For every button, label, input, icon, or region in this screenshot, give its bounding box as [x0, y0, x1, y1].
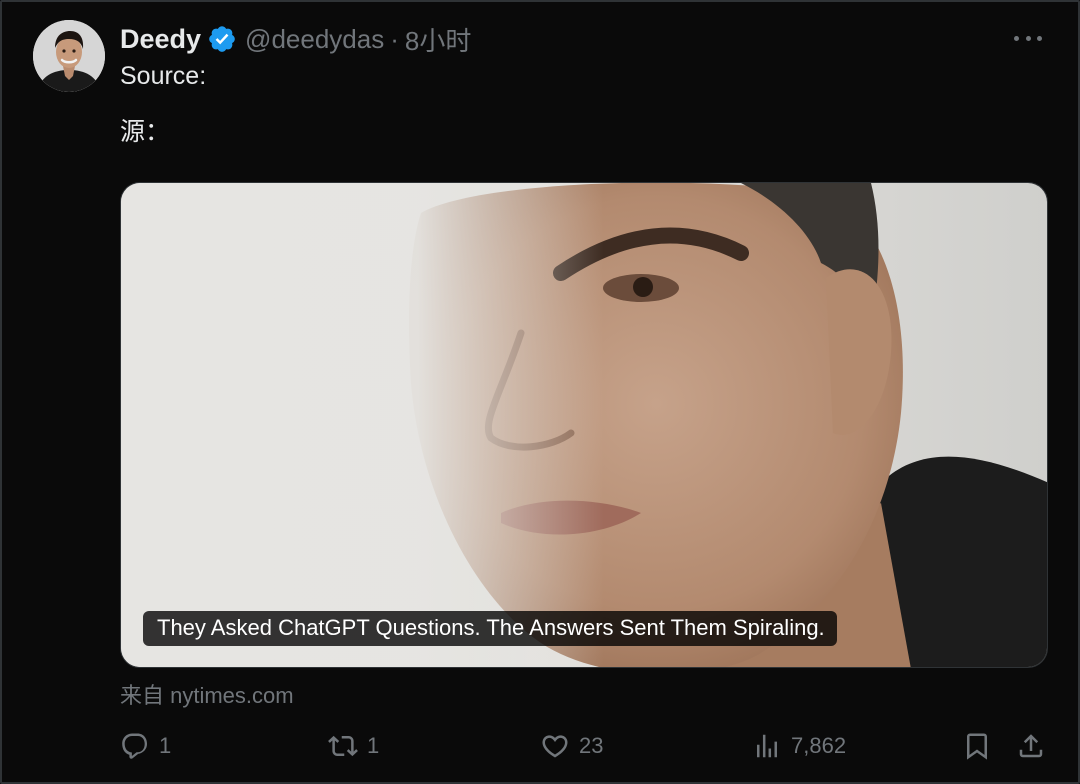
share-button[interactable] [1016, 726, 1046, 766]
views-count: 7,862 [791, 733, 847, 758]
link-preview-card[interactable]: They Asked ChatGPT Questions. The Answer… [120, 182, 1048, 668]
action-bar: 1 1 23 7,862 [120, 726, 1050, 766]
bookmark-button[interactable] [962, 726, 992, 766]
like-button[interactable]: 23 [540, 726, 603, 766]
retweet-icon [328, 731, 358, 761]
like-icon [540, 731, 570, 761]
more-icon[interactable] [1014, 26, 1042, 50]
verified-badge-icon [207, 24, 237, 54]
reply-count: 1 [159, 733, 172, 758]
avatar-image [33, 20, 105, 92]
retweet-button[interactable]: 1 [328, 726, 379, 766]
reply-icon [120, 731, 150, 761]
author-handle[interactable]: @deedydas [245, 24, 384, 55]
reply-button[interactable]: 1 [120, 726, 171, 766]
views-icon [752, 731, 782, 761]
article-headline: They Asked ChatGPT Questions. The Answer… [143, 611, 837, 646]
separator-dot: · [390, 23, 399, 54]
author-name[interactable]: Deedy [120, 24, 201, 55]
views-button[interactable]: 7,862 [752, 726, 846, 766]
article-image [121, 183, 1047, 667]
avatar[interactable] [33, 20, 105, 92]
retweet-count: 1 [367, 733, 380, 758]
tweet-header: Deedy @deedydas · 8小时 [120, 22, 471, 56]
tweet-text-line-2: 源： [120, 118, 171, 146]
timestamp[interactable]: 8小时 [405, 21, 471, 58]
bookmark-icon [962, 731, 992, 761]
tweet-container: Deedy @deedydas · 8小时 Source: 源： They As… [0, 0, 1080, 784]
card-source[interactable]: 来自 nytimes.com [120, 678, 294, 710]
share-icon [1016, 731, 1046, 761]
tweet-text-line-1: Source: [120, 62, 207, 90]
like-count: 23 [579, 733, 604, 758]
